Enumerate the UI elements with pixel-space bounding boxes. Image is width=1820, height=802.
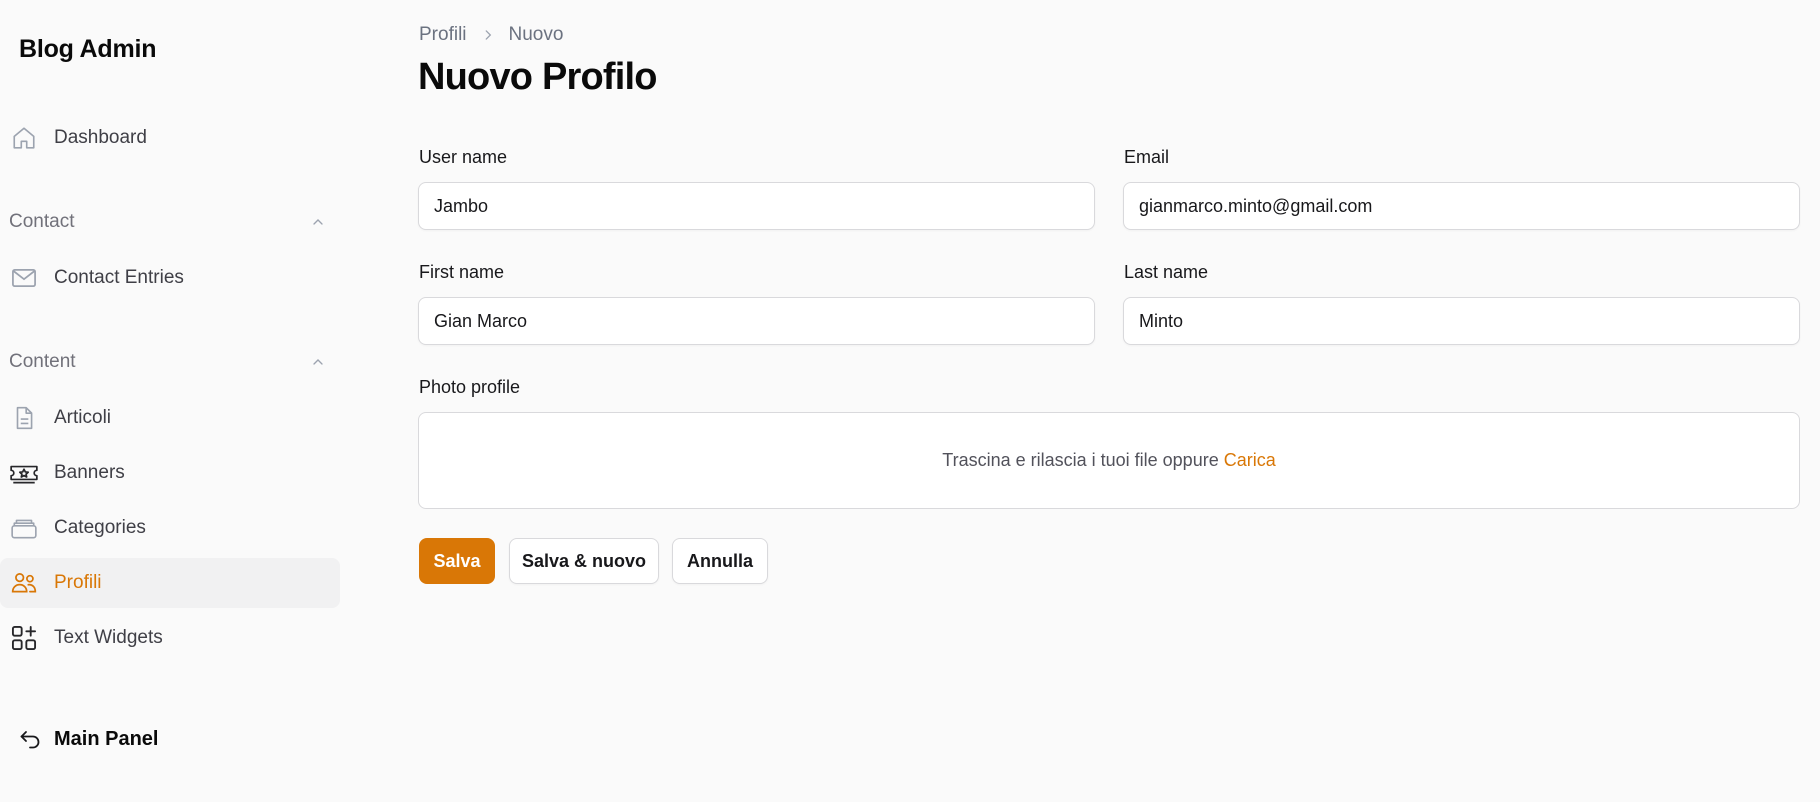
sidebar-item-label: Articoli bbox=[54, 407, 112, 428]
users-icon bbox=[9, 568, 39, 598]
username-label: User name bbox=[419, 147, 508, 167]
page-title: Nuovo Profilo bbox=[418, 56, 658, 98]
email-label: Email bbox=[1124, 147, 1170, 167]
sidebar-item-label: Profili bbox=[54, 572, 102, 593]
return-arrow-icon bbox=[18, 727, 42, 751]
chevron-right-icon bbox=[481, 28, 495, 42]
sidebar-item-categories[interactable]: Categories bbox=[0, 503, 340, 553]
upload-link[interactable]: Carica bbox=[1224, 450, 1276, 471]
first-name-label: First name bbox=[419, 262, 505, 282]
home-icon bbox=[9, 123, 39, 153]
sidebar-item-contact-entries[interactable]: Contact Entries bbox=[0, 253, 340, 303]
email-field[interactable] bbox=[1123, 182, 1800, 230]
cancel-button[interactable]: Annulla bbox=[672, 538, 768, 584]
sidebar-item-dashboard[interactable]: Dashboard bbox=[0, 113, 340, 163]
save-button[interactable]: Salva bbox=[419, 538, 495, 584]
sidebar-group-label: Contact bbox=[9, 211, 75, 232]
breadcrumb-current: Nuovo bbox=[508, 24, 564, 45]
brand-title: Blog Admin bbox=[19, 35, 157, 63]
username-field[interactable] bbox=[418, 182, 1095, 230]
dropzone-text: Trascina e rilascia i tuoi file oppure bbox=[942, 450, 1219, 470]
chevron-up-icon bbox=[308, 212, 328, 232]
document-icon bbox=[9, 403, 39, 433]
stack-icon bbox=[9, 513, 39, 543]
breadcrumb-parent[interactable]: Profili bbox=[419, 24, 467, 46]
envelope-icon bbox=[9, 263, 39, 293]
sidebar: Blog Admin Dashboard Contact Contact Ent… bbox=[0, 0, 350, 802]
first-name-field[interactable] bbox=[418, 297, 1095, 345]
last-name-field[interactable] bbox=[1123, 297, 1800, 345]
widgets-add-icon bbox=[9, 623, 39, 653]
photo-dropzone[interactable]: Trascina e rilascia i tuoi file oppure C… bbox=[418, 412, 1800, 509]
main-panel-label: Main Panel bbox=[54, 727, 159, 750]
sidebar-item-articoli[interactable]: Articoli bbox=[0, 393, 340, 443]
ticket-star-icon bbox=[9, 458, 39, 488]
breadcrumb: Profili Nuovo bbox=[419, 24, 563, 46]
sidebar-item-banners[interactable]: Banners bbox=[0, 448, 340, 498]
photo-profile-label: Photo profile bbox=[419, 377, 521, 397]
main-panel-link[interactable]: Main Panel bbox=[18, 727, 158, 751]
sidebar-item-text-widgets[interactable]: Text Widgets bbox=[0, 613, 340, 663]
sidebar-group-content[interactable]: Content bbox=[0, 342, 340, 382]
sidebar-item-label: Categories bbox=[54, 517, 146, 538]
sidebar-item-label: Text Widgets bbox=[54, 627, 163, 648]
sidebar-group-contact[interactable]: Contact bbox=[0, 202, 340, 242]
save-and-new-button[interactable]: Salva & nuovo bbox=[509, 538, 659, 584]
sidebar-item-label: Banners bbox=[54, 462, 125, 483]
sidebar-group-label: Content bbox=[9, 351, 76, 372]
last-name-label: Last name bbox=[1124, 262, 1209, 282]
sidebar-item-label: Contact Entries bbox=[54, 267, 184, 288]
sidebar-item-label: Dashboard bbox=[54, 127, 147, 148]
sidebar-item-profili[interactable]: Profili bbox=[0, 558, 340, 608]
chevron-up-icon bbox=[308, 352, 328, 372]
